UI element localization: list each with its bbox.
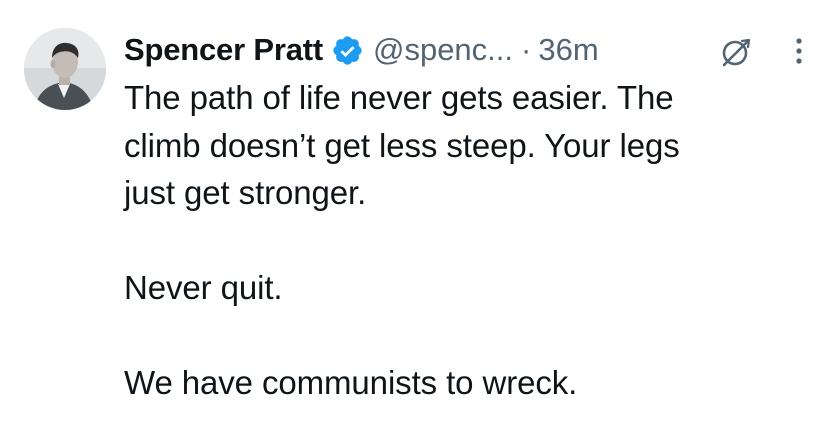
- tweet-text-line: climb doesn’t get less steep. Your legs: [124, 126, 680, 164]
- tweet-card[interactable]: Spencer Pratt @spenc... · 36m The path o…: [0, 0, 840, 437]
- author-name[interactable]: Spencer Pratt: [124, 32, 323, 68]
- profile-photo-icon: [24, 28, 106, 110]
- tweet-text-line: The path of life never gets easier. The: [124, 79, 674, 116]
- tweet-text: The path of life never gets easier. The …: [124, 74, 824, 407]
- grok-icon[interactable]: [718, 34, 754, 70]
- avatar[interactable]: [24, 28, 106, 110]
- more-options-icon[interactable]: [790, 36, 808, 66]
- tweet-text-line: We have communists to wreck.: [124, 364, 578, 401]
- tweet-header: Spencer Pratt @spenc... · 36m: [124, 26, 599, 74]
- tweet-text-line: Never quit.: [124, 269, 283, 306]
- verified-badge-icon[interactable]: [331, 34, 364, 67]
- separator-dot: ·: [521, 32, 532, 67]
- author-handle[interactable]: @spenc...: [373, 32, 513, 68]
- timestamp[interactable]: 36m: [538, 32, 598, 68]
- tweet-text-line: just get stronger.: [124, 174, 367, 211]
